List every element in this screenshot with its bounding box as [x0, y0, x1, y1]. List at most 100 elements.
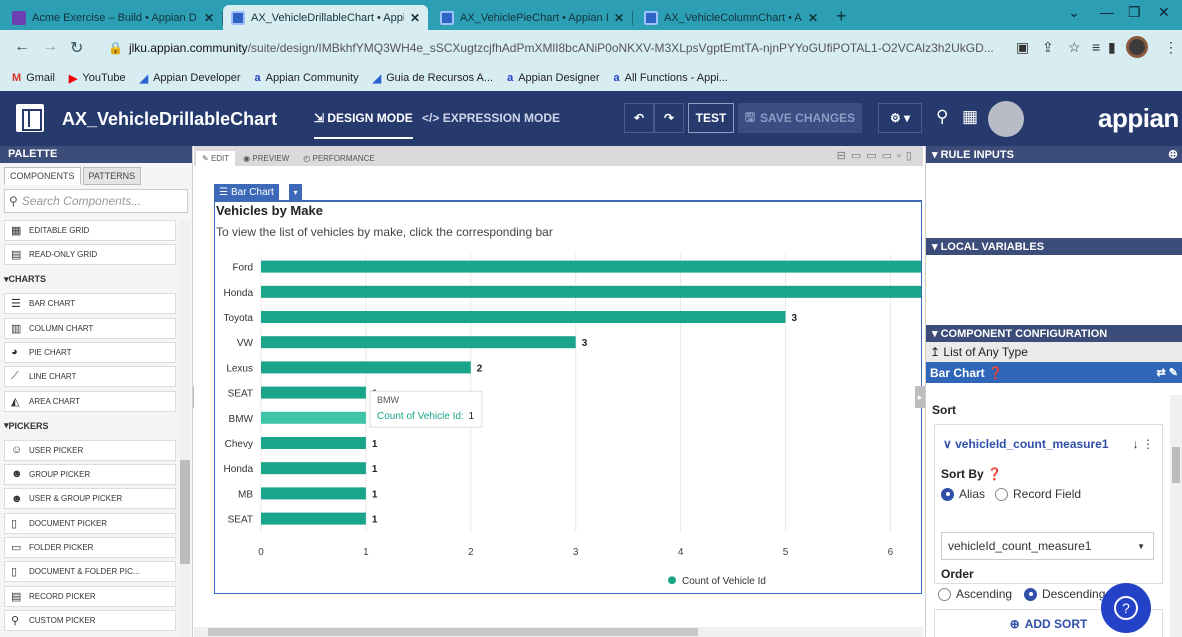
palette-item[interactable]: ☻ GROUP PICKER [4, 463, 176, 485]
undo-button[interactable]: ↶ [624, 103, 654, 133]
palette-section[interactable]: ▾ PICKERS [4, 415, 176, 436]
bar[interactable] [261, 285, 921, 298]
palette-item[interactable]: ▯ DOCUMENT & FOLDER PIC... [4, 561, 176, 583]
reading-list-icon[interactable]: ≡ [1092, 39, 1100, 55]
tab-patterns[interactable]: PATTERNS [82, 167, 142, 185]
local-variables-header[interactable]: ▾ LOCAL VARIABLES [926, 238, 1182, 255]
profile-avatar[interactable] [1126, 36, 1148, 58]
new-tab-icon[interactable]: + [836, 6, 847, 27]
browser-tab[interactable]: Acme Exercise – Build • Appian D ✕ [4, 5, 223, 30]
bar[interactable] [261, 437, 366, 449]
apps-grid-icon[interactable]: ▦ [962, 107, 978, 127]
bookmark-appian-designer[interactable]: a Appian Designer [507, 72, 599, 84]
bookmark-star-icon[interactable]: ☆ [1068, 39, 1081, 56]
tab-search-icon[interactable]: ⌄ [1068, 4, 1080, 21]
restore-icon[interactable]: ❐ [1128, 4, 1141, 21]
component-search-input[interactable]: ⚲ Search Components... [4, 189, 188, 213]
collapse-config-button[interactable]: ▸ [915, 386, 925, 408]
palette-item[interactable]: ⟋ LINE CHART [4, 366, 176, 388]
close-icon[interactable]: ✕ [204, 11, 214, 25]
save-changes-button[interactable]: 🖫 SAVE CHANGES [738, 103, 862, 133]
radio-dot[interactable] [1024, 587, 1037, 601]
bar[interactable] [261, 411, 366, 424]
swap-edit-icon[interactable]: ⇄ ✎ [1157, 366, 1179, 379]
menu-icon[interactable]: ⋮ [1164, 39, 1178, 56]
palette-section[interactable]: ▾ CHARTS [4, 269, 176, 290]
bar[interactable] [261, 512, 366, 525]
palette-item[interactable]: ▦ EDITABLE GRID [4, 220, 176, 241]
bookmark-gmail[interactable]: M Gmail [12, 72, 55, 84]
object-search-icon[interactable]: ⚲ [936, 107, 948, 127]
add-rule-input-icon[interactable]: ⊕ [1168, 147, 1178, 161]
radio-alias[interactable]: Alias [941, 487, 985, 501]
browser-tab-active[interactable]: AX_VehicleDrillableChart • Appian ✕ [223, 5, 428, 30]
palette-section-charts[interactable]: CHARTS [9, 274, 47, 284]
browser-tab[interactable]: AX_VehicleColumnChart • Appian ✕ [636, 5, 826, 30]
side-panel-icon[interactable]: ▮ [1108, 39, 1116, 56]
bar[interactable] [261, 462, 366, 475]
canvas-horizontal-scrollbar[interactable] [194, 627, 923, 637]
reload-icon[interactable]: ↻ [70, 38, 83, 58]
config-scrollbar[interactable] [1170, 395, 1182, 637]
palette-item[interactable]: ☺ USER PICKER [4, 439, 176, 461]
palette-item[interactable]: ▭ FOLDER PICKER [4, 537, 176, 559]
minimize-icon[interactable]: — [1100, 4, 1114, 20]
close-icon[interactable]: ✕ [614, 11, 624, 25]
palette-item[interactable]: ◭ AREA CHART [4, 390, 176, 412]
palette-scrollbar[interactable] [180, 220, 190, 637]
radio-record-field[interactable]: Record Field [995, 487, 1081, 501]
settings-menu-button[interactable]: ⚙ ▾ [878, 103, 922, 133]
help-icon[interactable]: ❓ [988, 366, 1003, 380]
tab-components[interactable]: COMPONENTS [4, 167, 81, 185]
palette-item[interactable]: ☰ BAR CHART [4, 293, 176, 315]
screenshot-icon[interactable]: ▣ [1016, 39, 1029, 56]
help-button[interactable]: ? [1101, 583, 1151, 633]
test-button[interactable]: TEST [688, 103, 734, 133]
bar[interactable] [261, 361, 471, 374]
component-configuration-header[interactable]: ▾ COMPONENT CONFIGURATION [926, 325, 1182, 342]
bar[interactable] [261, 260, 921, 273]
back-icon[interactable]: ← [14, 38, 30, 56]
tab-expression-mode[interactable]: </> EXPRESSION MODE [422, 111, 560, 125]
radio-dot[interactable] [995, 487, 1008, 501]
radio-descending[interactable]: Descending [1024, 587, 1105, 601]
palette-item[interactable]: ▯ DOCUMENT PICKER [4, 512, 176, 534]
redo-button[interactable]: ↷ [654, 103, 684, 133]
url-field[interactable]: 🔒 jlku.appian.community /suite/design/IM… [98, 34, 1008, 61]
sort-direction-icon[interactable]: ↓ ⋮ [1133, 437, 1154, 451]
palette-item[interactable]: ◕ PIE CHART [4, 341, 176, 363]
palette-item[interactable]: ▥ COLUMN CHART [4, 317, 176, 339]
alias-select[interactable]: vehicleId_count_measure1 ▼ [941, 532, 1154, 560]
bar[interactable] [261, 386, 366, 399]
bar[interactable] [261, 336, 576, 349]
share-icon[interactable]: ⇪ [1042, 39, 1054, 56]
radio-dot[interactable] [938, 587, 951, 601]
help-icon[interactable]: ❓ [987, 467, 1002, 481]
bar[interactable] [261, 311, 786, 323]
bar[interactable] [261, 487, 366, 500]
bookmark-appian-community[interactable]: a Appian Community [255, 72, 359, 84]
close-icon[interactable]: ✕ [410, 11, 420, 25]
forward-icon[interactable]: → [42, 38, 58, 56]
browser-tab[interactable]: AX_VehiclePieChart • Appian Inte ✕ [432, 5, 633, 30]
bookmark-youtube[interactable]: ▶ YouTube [69, 72, 126, 85]
user-avatar[interactable] [988, 101, 1024, 137]
x-tick-label: 1 [363, 547, 369, 558]
bookmark-all-functions[interactable]: a All Functions - Appi... [614, 72, 728, 84]
radio-dot[interactable] [941, 487, 954, 501]
bookmark-guia[interactable]: ◢ Guia de Recursos A... [373, 72, 493, 85]
palette-item[interactable]: ▤ RECORD PICKER [4, 585, 176, 607]
bookmark-appian-developer[interactable]: ◢ Appian Developer [140, 72, 241, 85]
palette-item[interactable]: ⚲ CUSTOM PICKER [4, 610, 176, 632]
rule-inputs-header[interactable]: ▾ RULE INPUTS ⊕ [926, 146, 1182, 163]
radio-ascending[interactable]: Ascending [938, 587, 1012, 601]
sort-key-toggle[interactable]: ∨ vehicleId_count_measure1 [943, 437, 1109, 451]
window-close-icon[interactable]: ✕ [1158, 4, 1170, 21]
palette-item[interactable]: ▤ READ-ONLY GRID [4, 244, 176, 266]
up-arrow-icon: ↥ [930, 345, 944, 359]
close-icon[interactable]: ✕ [808, 11, 818, 25]
palette-section-pickers[interactable]: PICKERS [9, 421, 49, 431]
bar-chart[interactable]: Ford Honda Toyota 3 VW 3 Lexus 2 SEAT 1 BMW Chevy 1 H… [194, 146, 923, 616]
tab-design-mode[interactable]: ⇲ DESIGN MODE [314, 111, 413, 139]
palette-item[interactable]: ☻ USER & GROUP PICKER [4, 488, 176, 510]
